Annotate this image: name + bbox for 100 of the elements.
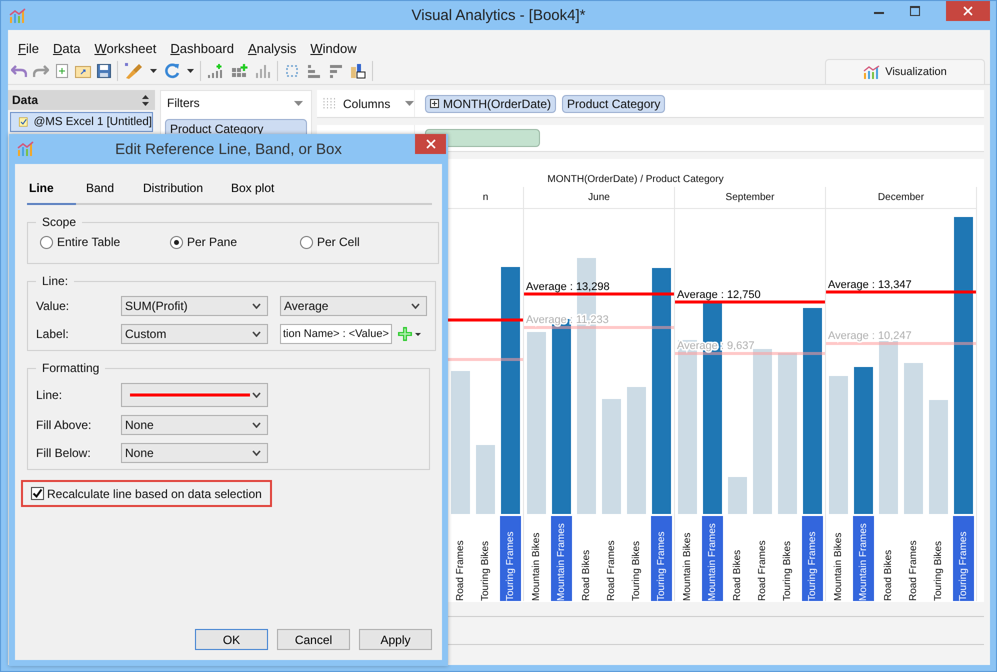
faded-average-label: Average : 10,247 <box>828 330 912 342</box>
chart-title: MONTH(OrderDate) / Product Category <box>547 174 724 185</box>
menu-item[interactable]: Window <box>310 41 357 56</box>
category-label[interactable]: Road Frames <box>601 516 622 601</box>
radio-button[interactable] <box>40 236 53 248</box>
radio-button[interactable] <box>170 236 183 248</box>
radio-option[interactable]: Per Pane <box>170 235 300 249</box>
view-tab[interactable]: Visualization <box>825 59 985 84</box>
radio-option[interactable]: Per Cell <box>300 235 430 249</box>
add-bars-icon[interactable] <box>207 63 225 79</box>
group-title: Formatting <box>41 361 100 375</box>
field-pill[interactable]: MONTH(OrderDate) <box>425 94 556 112</box>
close-icon <box>963 6 973 16</box>
category-label[interactable]: Touring Frames <box>953 516 974 601</box>
group-title: Line: <box>41 274 70 288</box>
menu-item[interactable]: Dashboard <box>170 41 234 56</box>
redo-icon[interactable] <box>33 63 49 79</box>
checkbox-option[interactable]: Recalculate line based on data selection <box>31 486 262 500</box>
save-icon[interactable] <box>97 64 111 78</box>
expand-icon[interactable] <box>430 99 439 108</box>
shelf-title: Columns <box>343 96 392 110</box>
category-label[interactable]: Touring Bikes <box>626 516 647 601</box>
radio-option[interactable]: Entire Table <box>40 235 170 249</box>
group-title: Scope <box>41 215 78 229</box>
average-label: Average : 13,347 <box>828 279 912 291</box>
category-label[interactable]: Mountain Frames <box>551 516 572 601</box>
caret-icon[interactable] <box>150 69 157 73</box>
radio-button[interactable] <box>300 236 313 248</box>
category-label[interactable]: Mountain Bikes <box>526 516 547 601</box>
category-label[interactable]: Road Frames <box>752 516 773 601</box>
field-pill[interactable]: Product Category <box>562 94 666 112</box>
menu-item[interactable]: Analysis <box>248 41 296 56</box>
menu-item[interactable]: Data <box>52 41 80 56</box>
category-label[interactable]: Road Frames <box>903 516 924 601</box>
dialog-title: Edit Reference Line, Band, or Box <box>114 140 343 158</box>
dropdown[interactable]: Custom <box>121 324 268 344</box>
menu-item[interactable]: Worksheet <box>94 41 156 56</box>
panel-title: Filters <box>167 96 200 110</box>
app-logo-icon <box>17 141 35 157</box>
columns-icon <box>323 98 337 110</box>
dropdown[interactable]: Average <box>280 296 427 316</box>
add-menu-icon[interactable] <box>398 326 422 342</box>
data-source-item[interactable]: @MS Excel 1 [Untitled] <box>10 112 153 132</box>
tab[interactable]: Box plot <box>231 178 280 203</box>
pane-header: n <box>482 192 488 203</box>
sort-descending-icon[interactable] <box>328 63 344 79</box>
dialog-button[interactable]: Apply <box>359 629 432 650</box>
field-label: Line: <box>36 388 64 402</box>
category-label[interactable]: Touring Frames <box>651 516 672 601</box>
tab[interactable]: Line <box>27 178 76 203</box>
chevron-down-icon <box>252 303 261 309</box>
line-style-dropdown[interactable] <box>121 383 268 407</box>
close-button[interactable] <box>946 1 990 21</box>
tab[interactable]: Band <box>86 178 135 203</box>
chevron-down-icon <box>411 303 420 309</box>
category-label[interactable]: Touring Frames <box>802 516 823 601</box>
menu-item[interactable]: File <box>18 41 39 56</box>
close-button[interactable] <box>415 134 446 154</box>
document-check-icon <box>19 115 28 129</box>
chart-logo-icon <box>863 65 882 79</box>
pane-header: September <box>726 192 774 203</box>
folder-icon[interactable] <box>75 64 91 78</box>
sort-arrows-icon[interactable] <box>142 94 149 106</box>
dropdown[interactable]: None <box>121 415 268 435</box>
category-label[interactable]: Mountain Frames <box>702 516 723 601</box>
maximize-icon[interactable] <box>910 6 920 16</box>
dialog-button[interactable]: OK <box>195 629 268 650</box>
category-label[interactable]: Road Bikes <box>878 516 899 601</box>
label-text-field[interactable]: tion Name> : <Value> <box>280 324 392 344</box>
category-label[interactable]: Mountain Bikes <box>828 516 849 601</box>
dropdown[interactable]: None <box>121 443 268 463</box>
field-label: Value: <box>36 299 70 313</box>
pane-header: June <box>588 192 610 203</box>
refresh-icon[interactable] <box>163 62 181 80</box>
undo-icon[interactable] <box>11 63 27 79</box>
field-label: Fill Above: <box>36 418 92 432</box>
category-label[interactable]: Mountain Bikes <box>677 516 698 601</box>
category-label[interactable]: Road Frames <box>450 516 471 601</box>
field-label: Label: <box>36 327 70 341</box>
bar-chart-icon[interactable] <box>255 63 271 79</box>
category-label[interactable]: Touring Bikes <box>475 516 496 601</box>
category-label[interactable]: Touring Bikes <box>928 516 949 601</box>
category-label[interactable]: Touring Frames <box>500 516 521 601</box>
sort-ascending-icon[interactable] <box>306 63 322 79</box>
add-grid-icon[interactable] <box>231 63 249 79</box>
lasso-icon[interactable] <box>284 63 300 79</box>
dialog-button[interactable]: Cancel <box>277 629 350 650</box>
category-label[interactable]: Touring Bikes <box>777 516 798 601</box>
dropdown[interactable]: SUM(Profit) <box>121 296 268 316</box>
checkbox[interactable] <box>31 487 44 500</box>
faded-average-label: Average : 11,233 <box>526 314 609 326</box>
tab[interactable]: Distribution <box>143 178 223 203</box>
category-label[interactable]: Road Bikes <box>727 516 748 601</box>
category-label[interactable]: Mountain Frames <box>853 516 874 601</box>
caret-icon[interactable] <box>187 69 194 73</box>
line-sample-icon <box>130 393 250 397</box>
window-title: Visual Analytics - [Book4]* <box>410 7 586 24</box>
new-sheet-icon[interactable] <box>55 63 69 79</box>
chevron-down-icon <box>252 422 261 428</box>
category-label[interactable]: Road Bikes <box>576 516 597 601</box>
